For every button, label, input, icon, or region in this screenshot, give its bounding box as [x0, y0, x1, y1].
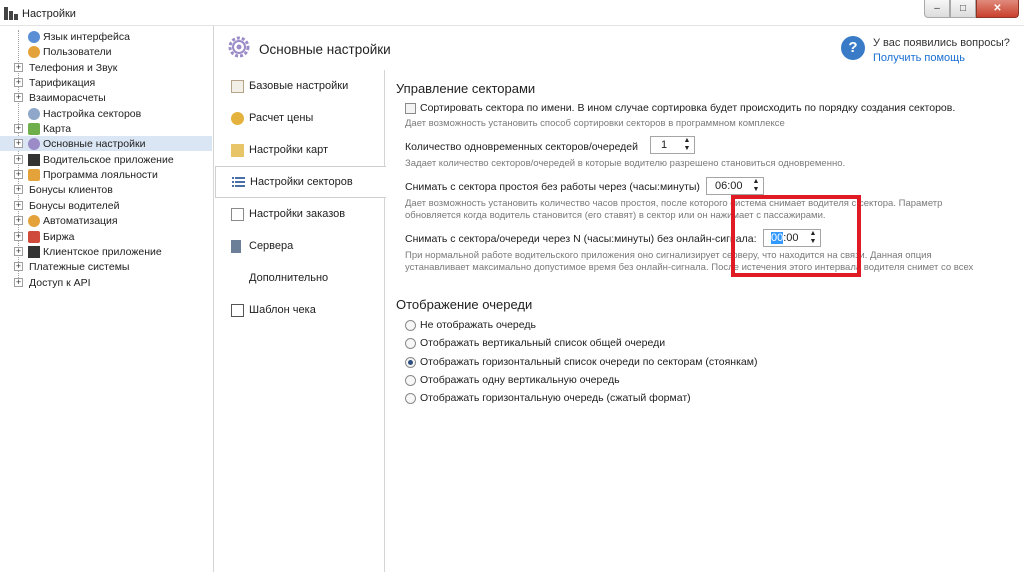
tree-item-main-settings[interactable]: + Основные настройки [0, 136, 212, 151]
list-icon [232, 176, 245, 189]
stepper-arrows-icon[interactable]: ▲ ▼ [751, 178, 761, 194]
queue-option-radio-2[interactable] [405, 357, 416, 368]
expand-icon[interactable]: + [14, 278, 23, 287]
offline-label: Снимать с сектора/очереди через N (часы:… [405, 233, 757, 245]
queue-option-1[interactable]: Отображать вертикальный список общей оче… [420, 337, 665, 349]
sort-by-name-checkbox[interactable] [405, 103, 416, 114]
expand-icon[interactable]: + [14, 247, 23, 256]
page-title: Основные настройки [259, 42, 391, 57]
exchange-icon [28, 230, 40, 243]
queue-option-4[interactable]: Отображать горизонтальную очередь (сжаты… [420, 392, 691, 404]
help-link[interactable]: Получить помощь [873, 52, 965, 64]
offline-hint-2: устанавливает максимально допустимое вре… [405, 262, 974, 273]
minimize-button[interactable]: – [924, 0, 950, 18]
count-stepper[interactable]: 1 ▲ ▼ [650, 136, 695, 154]
queue-option-0[interactable]: Не отображать очередь [420, 319, 536, 331]
clock-icon [28, 214, 40, 227]
submenu-orders[interactable]: Настройки заказов [215, 198, 385, 230]
qr-icon [28, 153, 40, 166]
tree-item-map[interactable]: + Карта [0, 121, 212, 136]
tree-item-tariffs[interactable]: + Тарификация [0, 75, 212, 90]
idle-time-stepper[interactable]: 06:00 ▲ ▼ [706, 177, 764, 195]
submenu-basic[interactable]: Базовые настройки [215, 70, 385, 102]
expand-icon[interactable]: + [14, 262, 23, 271]
receipt-icon [231, 303, 244, 317]
sectors-icon [28, 107, 40, 120]
tree-item-automation[interactable]: + Автоматизация [0, 213, 212, 228]
stepper-arrows-icon[interactable]: ▲ ▼ [682, 137, 692, 153]
expand-icon[interactable]: + [14, 139, 23, 148]
tree-item-payment-systems[interactable]: + Платежные системы [0, 259, 212, 274]
tree-item-settlements[interactable]: + Взаиморасчеты [0, 90, 212, 105]
expand-icon[interactable]: + [14, 201, 23, 210]
queue-option-2[interactable]: Отображать горизонтальный список очереди… [420, 356, 757, 368]
expand-icon[interactable]: + [14, 93, 23, 102]
tree-item-api-access[interactable]: + Доступ к API [0, 275, 212, 290]
sort-by-name-label: Сортировать сектора по имени. В ином слу… [420, 102, 956, 114]
submenu-additional[interactable]: Дополнительно [215, 262, 385, 294]
submenu-sectors[interactable]: Настройки секторов [215, 166, 386, 198]
expand-icon[interactable]: + [14, 155, 23, 164]
window-title: Настройки [22, 8, 76, 20]
maximize-button[interactable]: □ [950, 0, 976, 18]
queue-option-radio-3[interactable] [405, 375, 416, 386]
qr-icon [28, 245, 40, 258]
queue-option-radio-1[interactable] [405, 338, 416, 349]
idle-hint-1: Дает возможность установить количество ч… [405, 198, 943, 209]
expand-icon[interactable]: + [14, 78, 23, 87]
submenu-maps[interactable]: Настройки карт [215, 134, 385, 166]
count-label: Количество одновременных секторов/очеред… [405, 141, 639, 153]
loyalty-icon [28, 168, 40, 181]
expand-icon[interactable]: + [14, 185, 23, 194]
help-icon[interactable]: ? [841, 36, 865, 60]
globe-icon [28, 30, 40, 43]
queue-option-radio-4[interactable] [405, 393, 416, 404]
map-card-icon [231, 143, 244, 157]
orders-icon [231, 207, 244, 221]
queue-section-title: Отображение очереди [396, 297, 533, 312]
tree-item-driver-bonuses[interactable]: + Бонусы водителей [0, 198, 212, 213]
queue-option-3[interactable]: Отображать одну вертикальную очередь [420, 374, 620, 386]
tree-item-client-bonuses[interactable]: + Бонусы клиентов [0, 182, 212, 197]
expand-icon[interactable]: + [14, 216, 23, 225]
tree-item-exchange[interactable]: + Биржа [0, 229, 212, 244]
server-icon [231, 239, 241, 253]
gear-icon [28, 137, 40, 150]
users-icon [28, 45, 40, 58]
settings-submenu: Базовые настройки Расчет цены Настройки … [215, 70, 386, 572]
app-icon [4, 7, 18, 20]
expand-icon[interactable]: + [14, 63, 23, 72]
page-header: Основные настройки ? У вас появились воп… [215, 26, 1024, 70]
submenu-servers[interactable]: Сервера [215, 230, 385, 262]
tree-item-users[interactable]: Пользователи [0, 44, 212, 59]
coins-icon [231, 111, 244, 125]
tree-item-loyalty[interactable]: + Программа лояльности [0, 167, 212, 182]
expand-icon[interactable]: + [14, 124, 23, 133]
expand-icon[interactable]: + [14, 232, 23, 241]
sectors-section-title: Управление секторами [396, 81, 536, 96]
gear-icon [228, 36, 250, 58]
expand-icon[interactable]: + [14, 170, 23, 179]
tree-item-sectors[interactable]: Настройка секторов [0, 106, 212, 121]
count-hint: Задает количество секторов/очередей в ко… [405, 158, 846, 169]
settings-content: Управление секторами Сортировать сектора… [386, 70, 1024, 572]
map-icon [28, 122, 40, 135]
idle-label: Снимать с сектора простоя без работы чер… [405, 181, 700, 193]
tree-item-driver-app[interactable]: + Водительское приложение [0, 152, 212, 167]
tree-item-telephony[interactable]: + Телефония и Звук [0, 60, 212, 75]
tree-item-language[interactable]: Язык интерфейса [0, 29, 212, 44]
submenu-receipt-template[interactable]: Шаблон чека [215, 294, 385, 326]
tree-item-client-app[interactable]: + Клиентское приложение [0, 244, 212, 259]
help-question: У вас появились вопросы? [873, 37, 1010, 49]
queue-option-radio-0[interactable] [405, 320, 416, 331]
submenu-price[interactable]: Расчет цены [215, 102, 385, 134]
window-titlebar: Настройки – □ ✕ [0, 0, 1024, 26]
sort-hint: Дает возможность установить способ сорти… [405, 118, 785, 129]
close-button[interactable]: ✕ [976, 0, 1019, 18]
settings-tree: Язык интерфейса Пользователи + Телефония… [0, 26, 214, 572]
highlight-box [731, 195, 861, 277]
document-icon [231, 79, 244, 93]
